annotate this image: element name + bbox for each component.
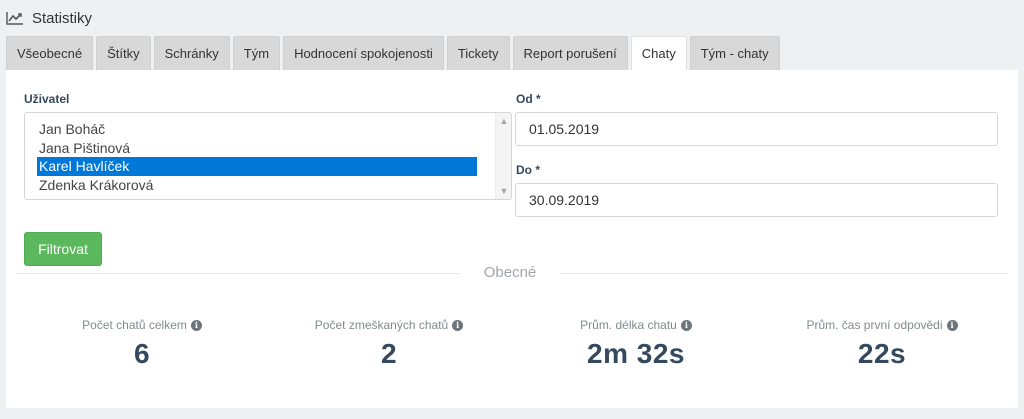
chevron-up-icon[interactable]: ▲: [496, 113, 511, 129]
tab-bar: Všeobecné Štítky Schránky Tým Hodnocení …: [6, 36, 780, 70]
from-date-input[interactable]: 01.05.2019: [515, 112, 998, 146]
info-icon[interactable]: i: [946, 319, 958, 331]
filter-button[interactable]: Filtrovat: [24, 232, 102, 266]
stat-label: Prům. čas první odpovědi: [806, 318, 943, 332]
to-date-input[interactable]: 30.09.2019: [515, 183, 998, 217]
tab-tym-chaty[interactable]: Tým - chaty: [689, 36, 780, 70]
stat-label: Počet chatů celkem: [82, 318, 187, 332]
info-icon[interactable]: i: [190, 319, 202, 331]
stat-value: 6: [133, 338, 151, 369]
stat-total-chats: Počet chatů celkem i 6: [22, 318, 262, 370]
tab-tym[interactable]: Tým: [232, 36, 281, 70]
stat-missed-chats: Počet zmeškaných chatů i 2: [269, 318, 509, 370]
to-label: Do *: [516, 163, 540, 177]
stat-label: Prům. délka chatu: [580, 318, 677, 332]
stat-avg-first-response: Prům. čas první odpovědi i 22s: [762, 318, 1002, 370]
user-label: Uživatel: [24, 92, 70, 106]
stat-value: 22s: [857, 338, 907, 369]
info-icon[interactable]: i: [680, 319, 692, 331]
tab-tickety[interactable]: Tickety: [446, 36, 510, 70]
stat-label: Počet zmeškaných chatů: [314, 318, 449, 332]
tab-schranky[interactable]: Schránky: [153, 36, 230, 70]
chevron-down-icon[interactable]: ▼: [496, 183, 511, 199]
tab-report-poruseni[interactable]: Report porušení: [512, 36, 628, 70]
content-panel: Uživatel Jan Boháč Jana Pištinová Karel …: [6, 70, 1018, 408]
user-option-selected[interactable]: Karel Havlíček: [37, 157, 477, 176]
user-option[interactable]: Jan Boháč: [37, 120, 477, 139]
listbox-scrollbar[interactable]: ▲ ▼: [495, 113, 511, 199]
user-listbox[interactable]: Jan Boháč Jana Pištinová Karel Havlíček …: [24, 112, 512, 200]
stat-value: 2: [380, 338, 398, 369]
tab-vseobecne[interactable]: Všeobecné: [6, 36, 94, 70]
user-option[interactable]: Zdenka Krákorová: [37, 176, 477, 195]
stat-avg-chat-length: Prům. délka chatu i 2m 32s: [516, 318, 756, 370]
tab-stitky[interactable]: Štítky: [96, 36, 151, 70]
section-title: Obecné: [460, 264, 560, 281]
tab-chaty[interactable]: Chaty: [630, 36, 687, 70]
info-icon[interactable]: i: [452, 319, 464, 331]
from-label: Od *: [516, 92, 541, 106]
stat-value: 2m 32s: [587, 338, 685, 369]
user-option[interactable]: Jana Pištinová: [37, 139, 477, 158]
tab-hodnoceni-spokojenosti[interactable]: Hodnocení spokojenosti: [283, 36, 444, 70]
page-title: Statistiky: [32, 9, 93, 27]
page-header: Statistiky: [6, 6, 92, 30]
line-chart-icon: [6, 11, 24, 25]
